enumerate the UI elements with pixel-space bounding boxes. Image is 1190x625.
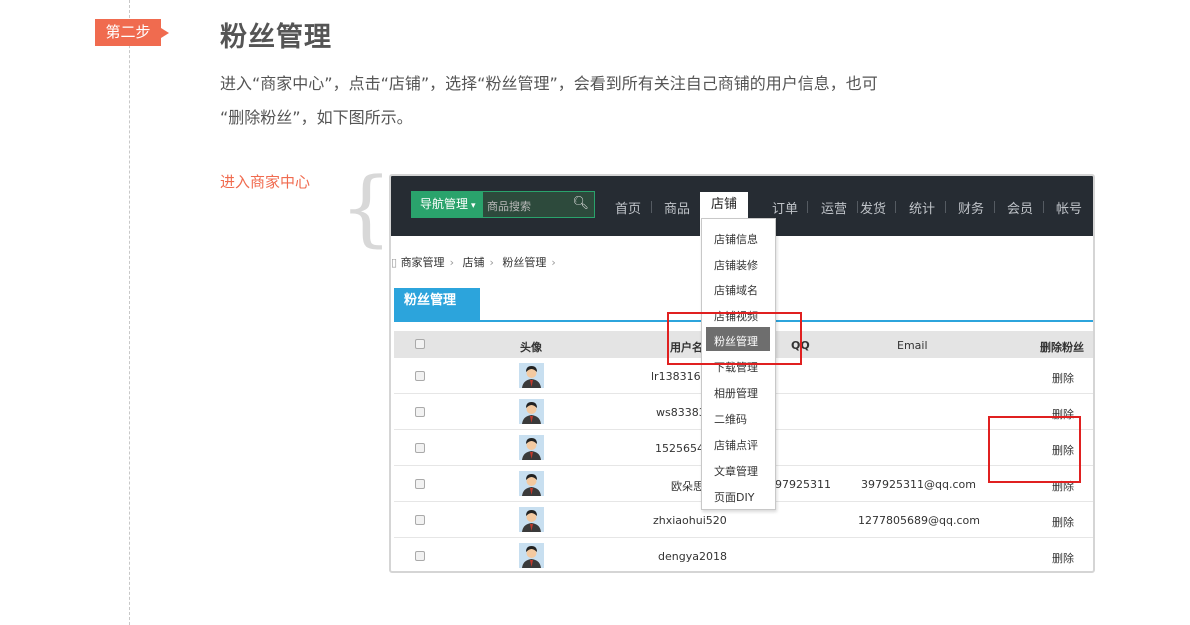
table-row: dengya2018 删除 <box>394 538 1093 571</box>
avatar <box>519 399 544 424</box>
menu-item-shipping[interactable]: 发货 <box>860 198 886 217</box>
description-line-1: 进入“商家中心”，点击“店铺”，选择“粉丝管理”，会看到所有关注自己商铺的用户信… <box>220 74 878 93</box>
menu-divider <box>651 201 652 213</box>
menu-item-account[interactable]: 帐号 <box>1056 198 1082 217</box>
row-qq: 397925311 <box>768 478 831 491</box>
row-delete-link[interactable]: 删除 <box>1052 514 1074 530</box>
chevron-down-icon: ▾ <box>471 201 476 211</box>
row-checkbox[interactable] <box>415 443 425 453</box>
dropdown-item[interactable]: 相册管理 <box>714 385 758 401</box>
row-delete-link[interactable]: 删除 <box>1052 370 1074 386</box>
row-checkbox[interactable] <box>415 371 425 381</box>
dropdown-item[interactable]: 店铺点评 <box>714 437 758 453</box>
nav-manage-button[interactable]: 导航管理 ▾ <box>411 191 483 218</box>
menu-item-stats[interactable]: 统计 <box>909 198 935 217</box>
column-header-email: Email <box>897 339 928 352</box>
menu-item-finance[interactable]: 财务 <box>958 198 984 217</box>
search-box: 🔍︎ <box>483 191 595 218</box>
menu-divider <box>1043 201 1044 213</box>
select-all-checkbox[interactable] <box>415 339 425 349</box>
row-checkbox[interactable] <box>415 407 425 417</box>
avatar <box>519 435 544 460</box>
menu-item-orders[interactable]: 订单 <box>772 198 798 217</box>
brace-icon: { <box>340 161 393 256</box>
row-username: 欧朵思 <box>671 480 704 493</box>
avatar <box>519 363 544 388</box>
breadcrumb-item[interactable]: 店铺 <box>462 256 484 269</box>
row-delete-link[interactable]: 删除 <box>1052 550 1074 566</box>
dropdown-item[interactable]: 店铺装修 <box>714 257 758 273</box>
page-title: 粉丝管理 <box>220 22 332 53</box>
menu-item-goods[interactable]: 商品 <box>664 198 690 217</box>
avatar <box>519 471 544 496</box>
menu-divider <box>895 201 896 213</box>
menu-divider <box>994 201 995 213</box>
row-checkbox[interactable] <box>415 551 425 561</box>
column-header-avatar: 头像 <box>520 341 542 354</box>
description-line-2: “删除粉丝”，如下图所示。 <box>220 108 413 127</box>
breadcrumb-item[interactable]: 粉丝管理 <box>502 256 546 269</box>
side-label: 进入商家中心 <box>220 173 311 191</box>
timeline-dashed-line <box>129 0 130 625</box>
description: 进入“商家中心”，点击“店铺”，选择“粉丝管理”，会看到所有关注自己商铺的用户信… <box>220 67 1040 135</box>
breadcrumb-item[interactable]: 商家管理 <box>401 256 445 269</box>
menu-divider <box>807 201 808 213</box>
dropdown-item[interactable]: 文章管理 <box>714 463 758 479</box>
menu-item-members[interactable]: 会员 <box>1007 198 1033 217</box>
highlight-box-delete <box>988 416 1081 483</box>
chevron-right-icon: › <box>489 256 494 269</box>
dropdown-item[interactable]: 店铺域名 <box>714 282 758 298</box>
row-username: dengya2018 <box>658 550 727 563</box>
menu-item-operation[interactable]: 运营 <box>821 198 847 217</box>
highlight-box-fans-menu <box>667 312 802 365</box>
dropdown-item[interactable]: 店铺信息 <box>714 231 758 247</box>
binoculars-icon[interactable]: 🔍︎ <box>572 196 589 211</box>
menu-divider <box>857 201 858 213</box>
row-username: zhxiaohui520 <box>653 514 727 527</box>
row-checkbox[interactable] <box>415 515 425 525</box>
screenshot-panel: 导航管理▾ 🔍︎ 首页 商品 订单 运营 发货 统计 财务 会员 帐号 店铺 <box>389 174 1095 573</box>
row-email: 397925311@qq.com <box>861 478 976 491</box>
menu-divider <box>945 201 946 213</box>
nav-manage-label: 导航管理 <box>420 197 469 211</box>
chevron-right-icon: › <box>551 256 556 269</box>
chevron-right-icon: › <box>449 256 454 269</box>
tab-fans-management[interactable]: 粉丝管理 <box>394 288 480 320</box>
breadcrumb-home-icon: ▯ <box>391 256 398 269</box>
row-email: 1277805689@qq.com <box>858 514 980 527</box>
step-badge: 第二步 <box>95 19 169 46</box>
row-checkbox[interactable] <box>415 479 425 489</box>
menu-item-home[interactable]: 首页 <box>615 198 641 217</box>
column-header-delete: 删除粉丝 <box>1040 341 1084 354</box>
avatar <box>519 507 544 532</box>
avatar <box>519 543 544 568</box>
dropdown-item[interactable]: 二维码 <box>714 411 747 427</box>
breadcrumb: ▯ 商家管理 › 店铺 › 粉丝管理 › <box>391 254 561 270</box>
search-input[interactable] <box>487 198 569 215</box>
dropdown-item[interactable]: 页面DIY <box>714 489 754 505</box>
